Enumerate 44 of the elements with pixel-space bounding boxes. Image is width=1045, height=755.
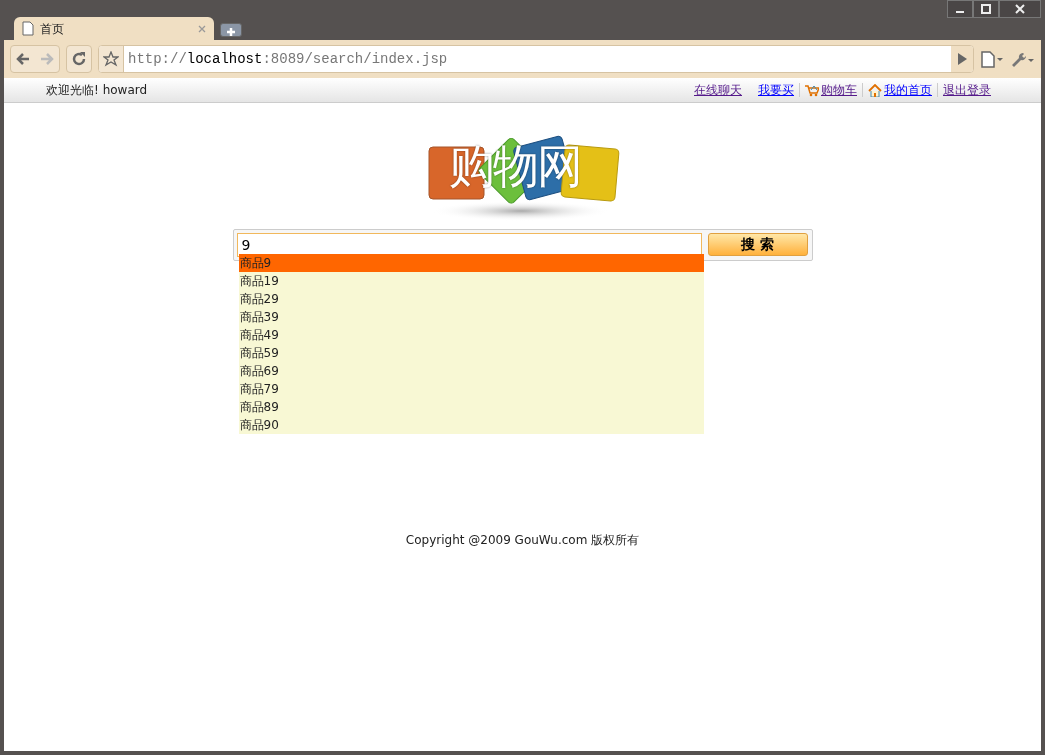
star-icon (103, 51, 119, 67)
navigation-buttons[interactable] (10, 45, 60, 73)
nav-link[interactable]: 我要买 (758, 81, 794, 99)
back-icon[interactable] (15, 51, 31, 67)
nav-link[interactable]: 在线聊天 (694, 81, 742, 99)
minimize-button[interactable] (947, 0, 973, 18)
browser-tab[interactable]: 首页 (14, 17, 214, 40)
close-button[interactable] (999, 0, 1041, 18)
suggestion-item[interactable]: 商品9 (238, 254, 704, 272)
go-button[interactable] (951, 46, 973, 72)
welcome-text: 欢迎光临! howard (46, 82, 149, 99)
suggestion-item[interactable]: 商品39 (238, 308, 704, 326)
suggestion-item[interactable]: 商品29 (238, 290, 704, 308)
reload-button[interactable] (66, 45, 92, 73)
search-button[interactable]: 搜 索 (707, 233, 808, 256)
copyright-text: Copyright @2009 GouWu.com 版权所有 (405, 532, 640, 549)
close-icon (1015, 4, 1025, 14)
minimize-icon (956, 11, 964, 13)
suggestion-item[interactable]: 商品79 (238, 380, 704, 398)
maximize-button[interactable] (973, 0, 999, 18)
nav-link[interactable]: 我的首页 (868, 81, 932, 99)
nav-link[interactable]: 退出登录 (943, 81, 991, 99)
search-field[interactable]: 9 (236, 233, 702, 257)
play-icon (955, 51, 969, 67)
page-menu-icon[interactable] (980, 50, 1004, 68)
reload-icon (71, 51, 87, 67)
nav-link[interactable]: 购物车 (805, 81, 857, 99)
address-bar[interactable]: http://localhost:8089/search/index.jsp (98, 45, 974, 73)
new-tab-button[interactable] (220, 23, 242, 37)
suggestion-item[interactable]: 商品69 (238, 362, 704, 380)
plus-icon (226, 26, 236, 37)
suggestion-item[interactable]: 商品59 (238, 344, 704, 362)
page-icon (22, 21, 34, 36)
wrench-menu-icon[interactable] (1010, 50, 1035, 68)
maximize-icon (981, 4, 991, 14)
suggestion-item[interactable]: 商品89 (238, 398, 704, 416)
suggestion-item[interactable]: 商品49 (238, 326, 704, 344)
home-icon (868, 83, 882, 97)
bookmark-star-button[interactable] (99, 46, 124, 72)
tab-title: 首页 (40, 20, 65, 38)
url-text: http://localhost:8089/search/index.jsp (127, 49, 449, 69)
cart-icon (805, 83, 819, 97)
suggestion-item[interactable]: 商品90 (238, 416, 704, 434)
suggestion-item[interactable]: 商品19 (238, 272, 704, 290)
